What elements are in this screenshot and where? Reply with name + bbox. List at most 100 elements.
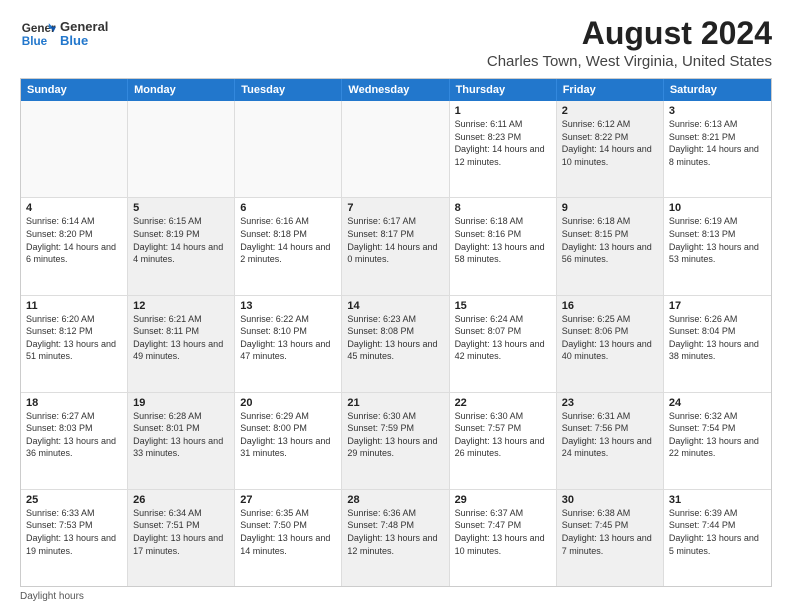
logo-general: General xyxy=(60,20,108,34)
day-number: 10 xyxy=(669,202,766,214)
cell-info: Sunrise: 6:20 AMSunset: 8:12 PMDaylight:… xyxy=(26,313,122,363)
cell-info: Sunrise: 6:39 AMSunset: 7:44 PMDaylight:… xyxy=(669,507,766,557)
calendar-row-5: 25Sunrise: 6:33 AMSunset: 7:53 PMDayligh… xyxy=(21,489,771,586)
day-number: 4 xyxy=(26,202,122,214)
day-cell-22: 22Sunrise: 6:30 AMSunset: 7:57 PMDayligh… xyxy=(450,393,557,489)
logo-icon: General Blue xyxy=(20,16,56,52)
day-number: 29 xyxy=(455,494,551,506)
cell-info: Sunrise: 6:21 AMSunset: 8:11 PMDaylight:… xyxy=(133,313,229,363)
day-cell-27: 27Sunrise: 6:35 AMSunset: 7:50 PMDayligh… xyxy=(235,490,342,586)
weekday-header-wednesday: Wednesday xyxy=(342,79,449,101)
cell-info: Sunrise: 6:22 AMSunset: 8:10 PMDaylight:… xyxy=(240,313,336,363)
day-number: 30 xyxy=(562,494,658,506)
day-cell-12: 12Sunrise: 6:21 AMSunset: 8:11 PMDayligh… xyxy=(128,296,235,392)
day-number: 14 xyxy=(347,300,443,312)
day-cell-2: 2Sunrise: 6:12 AMSunset: 8:22 PMDaylight… xyxy=(557,101,664,197)
weekday-header-monday: Monday xyxy=(128,79,235,101)
day-number: 8 xyxy=(455,202,551,214)
day-number: 7 xyxy=(347,202,443,214)
day-number: 31 xyxy=(669,494,766,506)
cell-info: Sunrise: 6:24 AMSunset: 8:07 PMDaylight:… xyxy=(455,313,551,363)
empty-cell xyxy=(342,101,449,197)
day-cell-30: 30Sunrise: 6:38 AMSunset: 7:45 PMDayligh… xyxy=(557,490,664,586)
calendar-row-3: 11Sunrise: 6:20 AMSunset: 8:12 PMDayligh… xyxy=(21,295,771,392)
day-number: 23 xyxy=(562,397,658,409)
day-cell-8: 8Sunrise: 6:18 AMSunset: 8:16 PMDaylight… xyxy=(450,198,557,294)
svg-text:Blue: Blue xyxy=(22,35,48,48)
weekday-header-friday: Friday xyxy=(557,79,664,101)
day-number: 22 xyxy=(455,397,551,409)
calendar: SundayMondayTuesdayWednesdayThursdayFrid… xyxy=(20,78,772,587)
day-number: 16 xyxy=(562,300,658,312)
day-number: 19 xyxy=(133,397,229,409)
day-number: 25 xyxy=(26,494,122,506)
day-cell-11: 11Sunrise: 6:20 AMSunset: 8:12 PMDayligh… xyxy=(21,296,128,392)
cell-info: Sunrise: 6:18 AMSunset: 8:15 PMDaylight:… xyxy=(562,215,658,265)
day-cell-28: 28Sunrise: 6:36 AMSunset: 7:48 PMDayligh… xyxy=(342,490,449,586)
weekday-header-sunday: Sunday xyxy=(21,79,128,101)
day-number: 17 xyxy=(669,300,766,312)
calendar-row-2: 4Sunrise: 6:14 AMSunset: 8:20 PMDaylight… xyxy=(21,197,771,294)
day-cell-23: 23Sunrise: 6:31 AMSunset: 7:56 PMDayligh… xyxy=(557,393,664,489)
day-number: 15 xyxy=(455,300,551,312)
day-number: 20 xyxy=(240,397,336,409)
cell-info: Sunrise: 6:29 AMSunset: 8:00 PMDaylight:… xyxy=(240,410,336,460)
day-number: 11 xyxy=(26,300,122,312)
svg-text:General: General xyxy=(22,22,56,35)
header: General Blue General Blue August 2024 Ch… xyxy=(20,16,772,70)
empty-cell xyxy=(128,101,235,197)
day-number: 5 xyxy=(133,202,229,214)
cell-info: Sunrise: 6:30 AMSunset: 7:57 PMDaylight:… xyxy=(455,410,551,460)
subtitle: Charles Town, West Virginia, United Stat… xyxy=(487,53,772,70)
calendar-row-4: 18Sunrise: 6:27 AMSunset: 8:03 PMDayligh… xyxy=(21,392,771,489)
cell-info: Sunrise: 6:13 AMSunset: 8:21 PMDaylight:… xyxy=(669,118,766,168)
day-cell-31: 31Sunrise: 6:39 AMSunset: 7:44 PMDayligh… xyxy=(664,490,771,586)
cell-info: Sunrise: 6:23 AMSunset: 8:08 PMDaylight:… xyxy=(347,313,443,363)
page: General Blue General Blue August 2024 Ch… xyxy=(0,0,792,612)
day-number: 1 xyxy=(455,105,551,117)
cell-info: Sunrise: 6:16 AMSunset: 8:18 PMDaylight:… xyxy=(240,215,336,265)
weekday-header-tuesday: Tuesday xyxy=(235,79,342,101)
day-number: 9 xyxy=(562,202,658,214)
day-cell-10: 10Sunrise: 6:19 AMSunset: 8:13 PMDayligh… xyxy=(664,198,771,294)
footer-note: Daylight hours xyxy=(20,591,772,602)
cell-info: Sunrise: 6:37 AMSunset: 7:47 PMDaylight:… xyxy=(455,507,551,557)
cell-info: Sunrise: 6:30 AMSunset: 7:59 PMDaylight:… xyxy=(347,410,443,460)
day-number: 28 xyxy=(347,494,443,506)
day-cell-20: 20Sunrise: 6:29 AMSunset: 8:00 PMDayligh… xyxy=(235,393,342,489)
day-number: 21 xyxy=(347,397,443,409)
day-cell-15: 15Sunrise: 6:24 AMSunset: 8:07 PMDayligh… xyxy=(450,296,557,392)
cell-info: Sunrise: 6:38 AMSunset: 7:45 PMDaylight:… xyxy=(562,507,658,557)
logo-blue: Blue xyxy=(60,34,108,48)
day-cell-16: 16Sunrise: 6:25 AMSunset: 8:06 PMDayligh… xyxy=(557,296,664,392)
day-cell-13: 13Sunrise: 6:22 AMSunset: 8:10 PMDayligh… xyxy=(235,296,342,392)
day-cell-6: 6Sunrise: 6:16 AMSunset: 8:18 PMDaylight… xyxy=(235,198,342,294)
day-cell-26: 26Sunrise: 6:34 AMSunset: 7:51 PMDayligh… xyxy=(128,490,235,586)
cell-info: Sunrise: 6:14 AMSunset: 8:20 PMDaylight:… xyxy=(26,215,122,265)
calendar-row-1: 1Sunrise: 6:11 AMSunset: 8:23 PMDaylight… xyxy=(21,101,771,197)
logo: General Blue General Blue xyxy=(20,16,108,52)
day-number: 24 xyxy=(669,397,766,409)
day-number: 3 xyxy=(669,105,766,117)
day-cell-24: 24Sunrise: 6:32 AMSunset: 7:54 PMDayligh… xyxy=(664,393,771,489)
day-number: 27 xyxy=(240,494,336,506)
day-cell-3: 3Sunrise: 6:13 AMSunset: 8:21 PMDaylight… xyxy=(664,101,771,197)
empty-cell xyxy=(235,101,342,197)
cell-info: Sunrise: 6:32 AMSunset: 7:54 PMDaylight:… xyxy=(669,410,766,460)
day-number: 6 xyxy=(240,202,336,214)
cell-info: Sunrise: 6:33 AMSunset: 7:53 PMDaylight:… xyxy=(26,507,122,557)
day-number: 18 xyxy=(26,397,122,409)
cell-info: Sunrise: 6:15 AMSunset: 8:19 PMDaylight:… xyxy=(133,215,229,265)
day-cell-19: 19Sunrise: 6:28 AMSunset: 8:01 PMDayligh… xyxy=(128,393,235,489)
cell-info: Sunrise: 6:19 AMSunset: 8:13 PMDaylight:… xyxy=(669,215,766,265)
cell-info: Sunrise: 6:31 AMSunset: 7:56 PMDaylight:… xyxy=(562,410,658,460)
day-cell-4: 4Sunrise: 6:14 AMSunset: 8:20 PMDaylight… xyxy=(21,198,128,294)
day-number: 2 xyxy=(562,105,658,117)
cell-info: Sunrise: 6:35 AMSunset: 7:50 PMDaylight:… xyxy=(240,507,336,557)
calendar-header: SundayMondayTuesdayWednesdayThursdayFrid… xyxy=(21,79,771,101)
cell-info: Sunrise: 6:27 AMSunset: 8:03 PMDaylight:… xyxy=(26,410,122,460)
empty-cell xyxy=(21,101,128,197)
day-cell-21: 21Sunrise: 6:30 AMSunset: 7:59 PMDayligh… xyxy=(342,393,449,489)
title-area: August 2024 Charles Town, West Virginia,… xyxy=(487,16,772,70)
day-number: 26 xyxy=(133,494,229,506)
